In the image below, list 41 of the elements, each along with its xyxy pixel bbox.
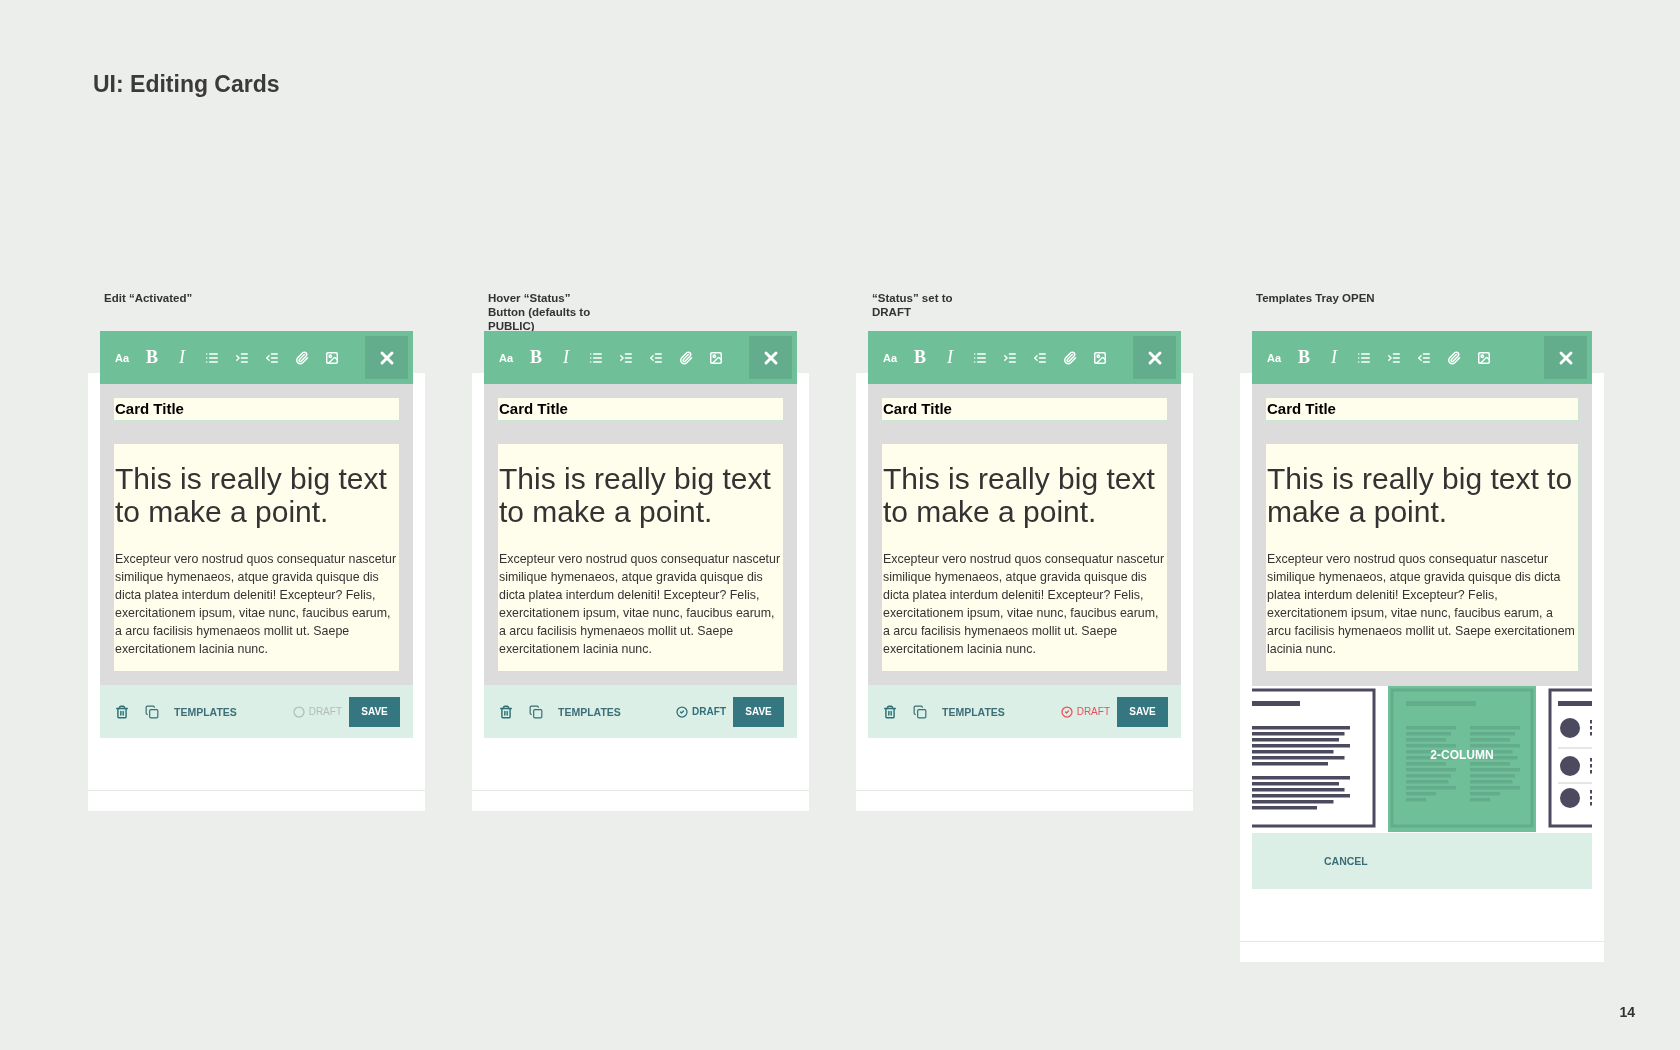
bold-button[interactable]: B — [522, 343, 550, 372]
headline-text: This is really big text to make a point. — [499, 462, 772, 528]
panel-caption: Hover “Status” Button (defaults to PUBLIC) — [488, 291, 592, 331]
body-text: Excepteur vero nostrud quos consequatur nascetur similique hymenaeos, atque gravida quisque dis dicta platea interdum deleniti! Excepteur? Felis, exercitationem ipsum, vitae nunc, faucibus earum, a arcu facilisis hymenaeos mollit ut. Saepe exercitationem lacinia nunc. — [499, 551, 781, 658]
panel-caption: Templates Tray OPEN — [1256, 291, 1375, 306]
font-size-button[interactable]: Aa — [876, 343, 904, 372]
save-button[interactable]: SAVE — [1117, 696, 1168, 727]
body-text: Excepteur vero nostrud quos consequatur nascetur similique hymenaeos, atque gravida quisque dis dicta platea interdum deleniti! Excepteur? Felis, exercitationem ipsum, vitae nunc, faucibus earum, a arcu facilisis hymenaeos mollit ut. Saepe exercitationem lacinia nunc. — [115, 551, 397, 658]
templates-button[interactable]: TEMPLATES — [174, 705, 237, 718]
headline-text: This is really big text to make a point. — [115, 462, 388, 528]
save-button[interactable]: SAVE — [733, 696, 784, 727]
title-field[interactable]: Card Title — [881, 397, 1168, 421]
bold-button[interactable]: B — [1290, 343, 1318, 372]
page-number: 14 — [1619, 1004, 1635, 1020]
italic-button[interactable]: I — [168, 343, 196, 372]
font-size-button[interactable]: Aa — [492, 343, 520, 372]
title-field[interactable]: Card Title — [497, 397, 784, 421]
panel-caption: Edit “Activated” — [104, 291, 193, 306]
templates-button[interactable]: TEMPLATES — [558, 705, 621, 718]
panel-caption: “Status” set to DRAFT — [872, 291, 954, 320]
cancel-button[interactable]: CANCEL — [1324, 855, 1368, 867]
body-text: Excepteur vero nostrud quos consequatur nascetur similique hymenaeos, atque gravida quisque dis dicta platea interdum deleniti! Excepteur? Felis, exercitationem ipsum, vitae nunc, faucibus earum, a arcu facilisis hymenaeos mollit ut. Saepe exercitationem lacinia nunc. — [883, 551, 1165, 658]
status-button[interactable]: DRAFT — [1060, 705, 1110, 718]
status-button[interactable]: DRAFT — [676, 705, 726, 718]
template-label: 2-COLUMN — [1429, 748, 1495, 762]
italic-button[interactable]: I — [552, 343, 580, 372]
templates-button[interactable]: TEMPLATES — [942, 705, 1005, 718]
bold-button[interactable]: B — [138, 343, 166, 372]
italic-button[interactable]: I — [1320, 343, 1348, 372]
font-size-button[interactable]: Aa — [1260, 343, 1288, 372]
italic-button[interactable]: I — [936, 343, 964, 372]
bold-button[interactable]: B — [906, 343, 934, 372]
page-title: UI: Editing Cards — [93, 71, 280, 98]
headline-text: This is really big text to make a point. — [1267, 462, 1574, 528]
title-field[interactable]: Card Title — [1265, 397, 1579, 421]
title-field[interactable]: Card Title — [113, 397, 400, 421]
save-button[interactable]: SAVE — [349, 696, 400, 727]
headline-text: This is really big text to make a point. — [883, 462, 1156, 528]
body-text: Excepteur vero nostrud quos consequatur nascetur similique hymenaeos, atque gravida quisque dis dicta platea interdum deleniti! Excepteur? Felis, exercitationem ipsum, vitae nunc, faucibus earum, a arcu facilisis hymenaeos mollit ut. Saepe exercitationem lacinia nunc. — [1267, 551, 1576, 658]
font-size-button[interactable]: Aa — [108, 343, 136, 372]
template-option[interactable]: 2-COLUMN — [1388, 686, 1536, 832]
